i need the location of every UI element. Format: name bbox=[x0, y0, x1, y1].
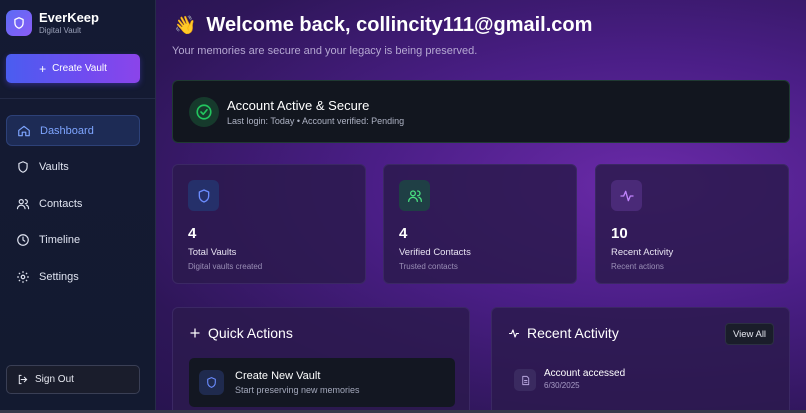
sidebar-item-label: Vaults bbox=[39, 161, 69, 173]
sidebar-item-timeline[interactable]: Timeline bbox=[6, 225, 140, 256]
recent-activity-card: Recent Activity View All Account accesse… bbox=[491, 307, 790, 413]
wave-emoji: 👋 bbox=[174, 15, 197, 35]
gear-icon bbox=[16, 270, 30, 284]
sidebar-item-label: Contacts bbox=[39, 197, 83, 210]
sidebar-item-vaults[interactable]: Vaults bbox=[6, 152, 140, 183]
plus-icon bbox=[189, 327, 201, 339]
action-subtitle: Start preserving new memories bbox=[235, 385, 360, 395]
status-subtitle: Last login: Today • Account verified: Pe… bbox=[227, 116, 405, 126]
main-content: 👋 Welcome back, collincity111@gmail.com … bbox=[156, 0, 806, 413]
check-circle-icon bbox=[189, 97, 219, 127]
stat-sub: Recent actions bbox=[611, 262, 664, 271]
shield-icon bbox=[16, 160, 30, 174]
brand-tagline: Digital Vault bbox=[39, 26, 82, 35]
users-icon bbox=[16, 197, 30, 211]
create-vault-label: Create Vault bbox=[52, 63, 107, 74]
clock-icon bbox=[16, 233, 30, 247]
brand-name: EverKeep bbox=[39, 10, 99, 25]
activity-icon bbox=[508, 327, 520, 339]
status-title: Account Active & Secure bbox=[227, 98, 370, 113]
stat-card-contacts[interactable]: 4 Verified Contacts Trusted contacts bbox=[383, 164, 577, 284]
activity-title: Account accessed bbox=[544, 368, 626, 379]
logout-icon bbox=[17, 374, 28, 385]
users-icon bbox=[399, 180, 430, 211]
sidebar-item-label: Timeline bbox=[39, 234, 81, 246]
shield-icon bbox=[6, 10, 32, 36]
create-new-vault-action[interactable]: Create New Vault Start preserving new me… bbox=[189, 358, 455, 407]
document-icon bbox=[514, 369, 536, 391]
stat-label: Total Vaults bbox=[188, 247, 237, 258]
brand[interactable]: EverKeep Digital Vault bbox=[6, 10, 99, 36]
stat-sub: Digital vaults created bbox=[188, 262, 263, 271]
sidebar-item-contacts[interactable]: Contacts bbox=[6, 188, 140, 219]
activity-date: 6/30/2025 bbox=[544, 381, 580, 390]
stat-card-activity[interactable]: 10 Recent Activity Recent actions bbox=[595, 164, 789, 284]
quick-actions-card: Quick Actions Create New Vault Start pre… bbox=[172, 307, 470, 413]
sidebar-item-settings[interactable]: Settings bbox=[6, 261, 140, 292]
shield-icon bbox=[188, 180, 219, 211]
sidebar-divider bbox=[0, 98, 155, 99]
sidebar: EverKeep Digital Vault + Create Vault Da… bbox=[0, 0, 156, 410]
view-all-button[interactable]: View All bbox=[725, 323, 774, 345]
welcome-subtitle: Your memories are secure and your legacy… bbox=[172, 45, 478, 57]
page-title: 👋 Welcome back, collincity111@gmail.com bbox=[174, 14, 592, 37]
sign-out-button[interactable]: Sign Out bbox=[6, 365, 140, 394]
stat-sub: Trusted contacts bbox=[399, 262, 458, 271]
recent-activity-label: Recent Activity bbox=[527, 325, 619, 341]
sidebar-item-dashboard[interactable]: Dashboard bbox=[6, 115, 140, 146]
recent-activity-title: Recent Activity bbox=[508, 325, 619, 341]
quick-actions-label: Quick Actions bbox=[208, 325, 293, 341]
sidebar-nav: Dashboard Vaults Contacts Timeline Setti… bbox=[6, 115, 140, 298]
stat-value: 10 bbox=[611, 225, 628, 242]
sidebar-item-label: Dashboard bbox=[40, 124, 94, 137]
create-vault-button[interactable]: + Create Vault bbox=[6, 54, 140, 83]
plus-icon: + bbox=[39, 61, 47, 76]
sidebar-item-label: Settings bbox=[39, 270, 79, 283]
stat-value: 4 bbox=[188, 225, 197, 242]
stat-value: 4 bbox=[399, 225, 408, 242]
sign-out-label: Sign Out bbox=[35, 374, 74, 385]
shield-icon bbox=[199, 370, 224, 395]
welcome-title: Welcome back, collincity111@gmail.com bbox=[206, 14, 593, 36]
home-icon bbox=[17, 124, 31, 138]
account-status-card: Account Active & Secure Last login: Toda… bbox=[172, 80, 790, 143]
stat-label: Recent Activity bbox=[611, 247, 674, 258]
list-item[interactable]: Account accessed 6/30/2025 bbox=[514, 367, 625, 391]
stat-label: Verified Contacts bbox=[399, 247, 471, 258]
action-title: Create New Vault bbox=[235, 370, 321, 382]
quick-actions-title: Quick Actions bbox=[189, 325, 293, 341]
stat-card-vaults[interactable]: 4 Total Vaults Digital vaults created bbox=[172, 164, 366, 284]
activity-icon bbox=[611, 180, 642, 211]
